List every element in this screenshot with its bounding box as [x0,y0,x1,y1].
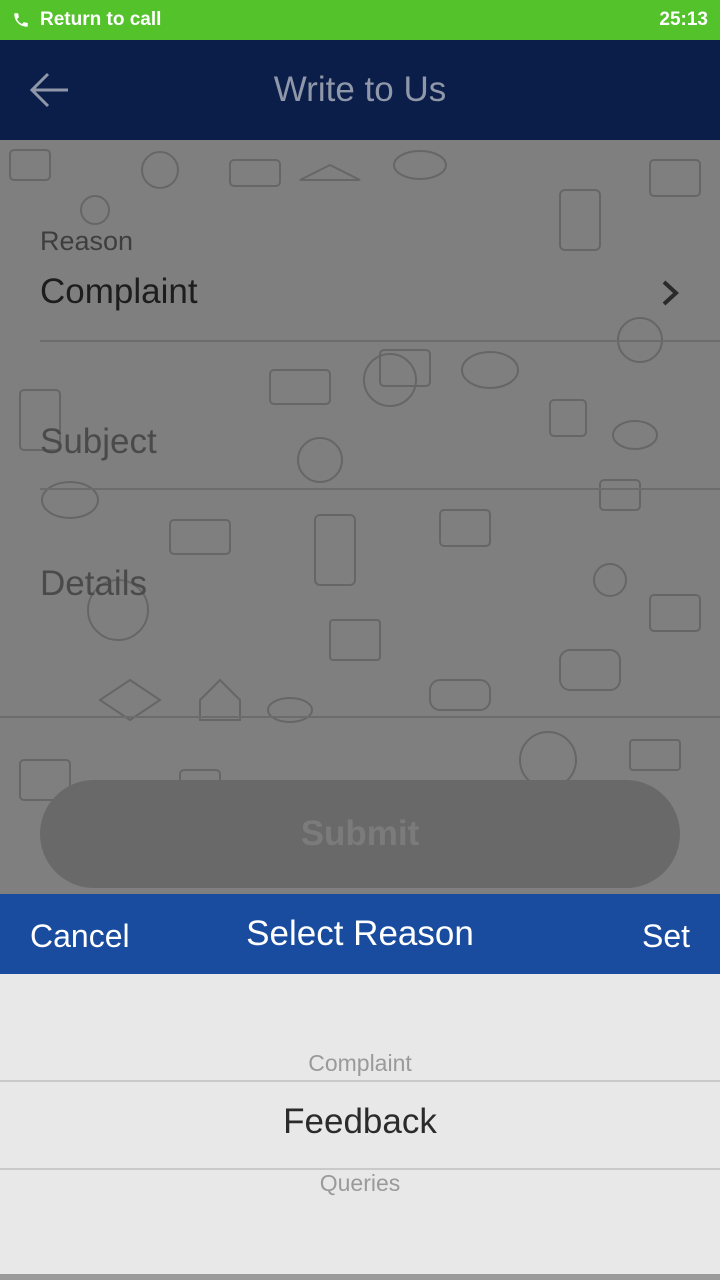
picker-toolbar: Cancel Select Reason Set [0,894,720,974]
set-button[interactable]: Set [642,918,690,955]
status-time: 25:13 [659,9,708,30]
bottom-edge [0,1274,720,1280]
app-header: Write to Us [0,40,720,140]
details-input[interactable]: Details [40,564,147,604]
subject-input[interactable]: Subject [40,422,157,462]
picker-title: Select Reason [246,914,474,953]
return-to-call[interactable]: Return to call [12,9,161,31]
reason-picker[interactable]: Complaint Feedback Queries [0,974,720,1280]
reason-divider [40,340,720,342]
status-bar: Return to call 25:13 [0,0,720,40]
submit-button[interactable]: Submit [40,780,680,888]
picker-option-feedback[interactable]: Feedback [0,1102,720,1142]
reason-select[interactable]: Complaint [40,272,198,312]
phone-icon [14,13,28,27]
return-to-call-label: Return to call [40,9,162,30]
form-area: Reason Complaint Subject Details Submit [0,140,720,894]
page-title: Write to Us [273,70,447,109]
details-divider [0,716,720,718]
subject-divider [40,488,720,490]
picker-option-queries[interactable]: Queries [0,1170,720,1197]
picker-selection-top-line [0,1080,720,1082]
reason-label: Reason [40,226,134,256]
picker-option-complaint[interactable]: Complaint [0,1050,720,1077]
chevron-right-icon[interactable] [658,278,682,308]
